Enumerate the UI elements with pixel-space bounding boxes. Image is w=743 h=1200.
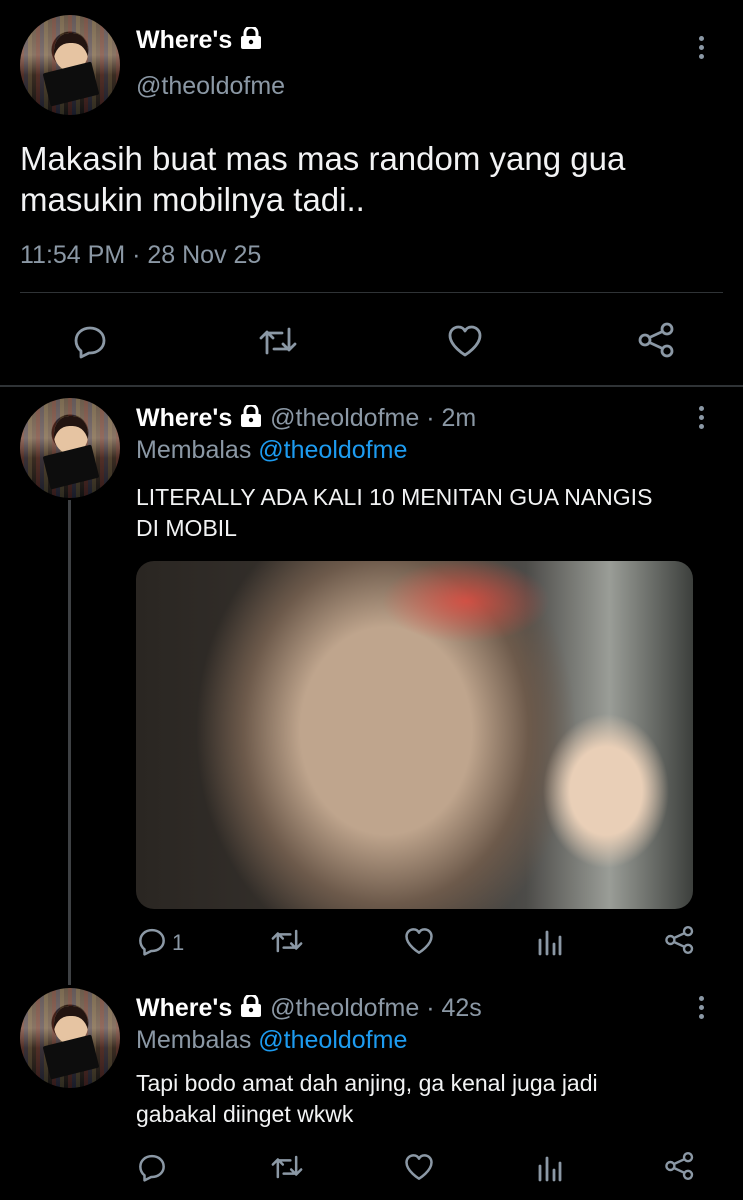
reply-icon[interactable] <box>137 926 167 956</box>
tweet-time: · 42s <box>426 994 482 1022</box>
share-icon[interactable] <box>664 1150 696 1182</box>
more-icon[interactable] <box>699 996 705 1023</box>
tweet-text: Tapi bodo amat dah anjing, ga kenal juga… <box>136 1070 598 1127</box>
reply-icon[interactable] <box>72 323 108 359</box>
more-icon[interactable] <box>699 406 705 433</box>
lock-icon <box>239 993 263 1024</box>
share-icon[interactable] <box>664 924 696 956</box>
replying-to: Membalas @theoldofme <box>136 436 408 464</box>
retweet-icon[interactable] <box>270 926 304 956</box>
display-name[interactable]: Where's <box>136 404 232 432</box>
like-icon[interactable] <box>403 1152 435 1182</box>
replying-to: Membalas @theoldofme <box>136 1026 408 1054</box>
tweet-time: · 2m <box>426 404 477 432</box>
analytics-icon[interactable] <box>537 926 563 956</box>
lock-icon <box>239 403 263 434</box>
thread-line <box>68 500 71 985</box>
author-name-row: Where's @theoldofme · 42s <box>136 993 482 1024</box>
lock-icon <box>239 25 263 56</box>
author-name-row: Where's <box>136 25 263 56</box>
retweet-icon[interactable] <box>258 323 298 359</box>
author-name-row: Where's @theoldofme · 2m <box>136 403 477 434</box>
avatar[interactable] <box>20 398 120 498</box>
handle[interactable]: @theoldofme <box>136 72 285 101</box>
divider <box>20 292 723 293</box>
reply-count: 1 <box>172 930 185 955</box>
display-name[interactable]: Where's <box>136 26 232 54</box>
display-name[interactable]: Where's <box>136 994 232 1022</box>
mention-link[interactable]: @theoldofme <box>258 1026 407 1054</box>
retweet-icon[interactable] <box>270 1152 304 1182</box>
share-icon[interactable] <box>637 321 677 359</box>
avatar[interactable] <box>20 15 120 115</box>
analytics-icon[interactable] <box>537 1152 563 1182</box>
handle[interactable]: @theoldofme <box>270 994 419 1022</box>
like-icon[interactable] <box>403 926 435 956</box>
section-divider <box>0 385 743 387</box>
avatar[interactable] <box>20 988 120 1088</box>
tweet-timestamp[interactable]: 11:54 PM · 28 Nov 25 <box>20 241 261 270</box>
like-icon[interactable] <box>446 323 484 359</box>
tweet-photo[interactable] <box>136 561 693 909</box>
tweet-text: LITERALLY ADA KALI 10 MENITAN GUA NANGIS… <box>136 484 653 541</box>
handle[interactable]: @theoldofme <box>270 404 419 432</box>
more-icon[interactable] <box>699 36 705 63</box>
mention-link[interactable]: @theoldofme <box>258 436 407 464</box>
reply-icon[interactable] <box>137 1152 167 1182</box>
tweet-text: Makasih buat mas mas random yang gua mas… <box>20 140 626 218</box>
